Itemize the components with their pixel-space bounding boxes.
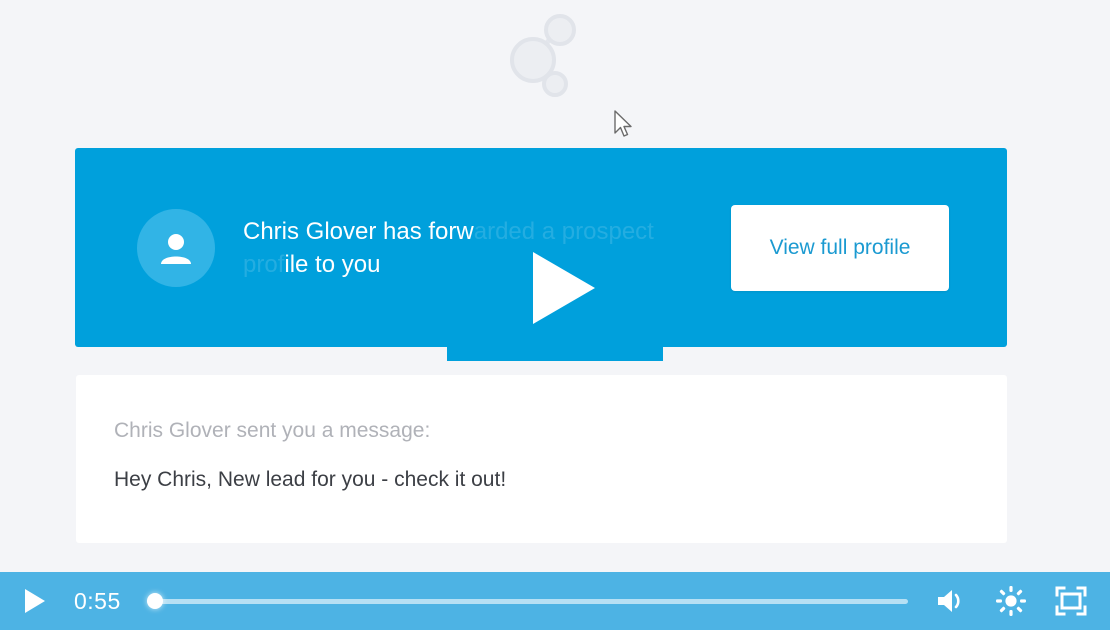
fullscreen-icon [1055, 586, 1087, 616]
view-full-profile-button[interactable]: View full profile [731, 204, 949, 291]
video-player-stage: Chris Glover has forwarded a prospect pr… [0, 0, 1110, 630]
gear-icon [996, 586, 1026, 616]
banner-message-visible-end: ile to you [284, 250, 381, 278]
big-play-button[interactable] [533, 252, 595, 324]
banner-message-text: Chris Glover has forwarded a prospect pr… [243, 215, 731, 281]
volume-button[interactable] [934, 584, 968, 618]
avatar [137, 208, 215, 287]
settings-button[interactable] [994, 584, 1028, 618]
progress-track [146, 598, 908, 604]
message-sender-label: Chris Glover sent you a message: [114, 419, 431, 442]
node-cluster-logo [505, 8, 585, 98]
message-body-text: Hey Chris, New lead for you - check it o… [114, 468, 507, 491]
banner-message-visible-start: Chris Glover has forw [243, 217, 474, 245]
banner-tab-extension [447, 347, 663, 361]
volume-icon [938, 590, 960, 612]
current-time-label: 0:55 [74, 587, 121, 614]
fullscreen-button[interactable] [1054, 584, 1088, 618]
progress-bar[interactable] [146, 591, 908, 611]
player-control-bar: 0:55 [0, 572, 1110, 630]
play-icon [25, 589, 45, 613]
message-card: Chris Glover sent you a message: Hey Chr… [76, 375, 1007, 543]
person-icon [161, 233, 191, 264]
play-button[interactable] [22, 586, 48, 616]
progress-handle[interactable] [146, 593, 163, 609]
arrow-cursor-icon [613, 110, 635, 140]
